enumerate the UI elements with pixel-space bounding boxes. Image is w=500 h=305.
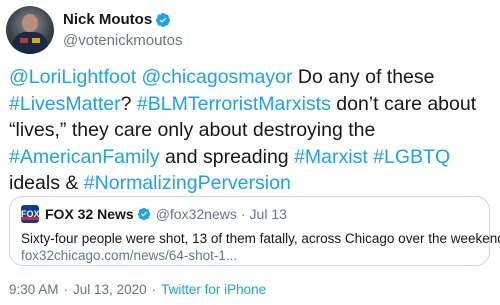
- tweet-line: “lives,” they care only about destroying…: [9, 117, 495, 144]
- avatar-medal: [32, 38, 40, 43]
- tweet-line: ideals & #NormalizingPerversion: [9, 170, 495, 197]
- tweet-text-segment: “lives,” they care only about destroying…: [9, 119, 376, 141]
- separator-dot: ·: [63, 282, 69, 297]
- quoted-tweet[interactable]: FOX FOX 32 News @fox32news · Jul 13 Sixt…: [9, 196, 500, 266]
- hashtag-link[interactable]: #LivesMatter: [9, 93, 121, 115]
- quoted-date: Jul 13: [249, 206, 287, 222]
- tweet-footer: 9:30 AM · Jul 13, 2020 · Twitter for iPh…: [9, 282, 266, 297]
- logo-text: FOX: [21, 209, 40, 219]
- mention-link[interactable]: @chicagosmayor: [142, 66, 293, 88]
- display-name-row: Nick Moutos: [63, 10, 182, 30]
- quoted-text: Sixty-four people were shot, 13 of them …: [21, 231, 500, 246]
- hashtag-link[interactable]: #AmericanFamily: [9, 146, 160, 168]
- quoted-header: FOX FOX 32 News @fox32news · Jul 13: [21, 205, 478, 223]
- avatar-medal: [20, 38, 28, 43]
- avatar[interactable]: [6, 6, 54, 54]
- tweet-text-segment: ?: [120, 92, 137, 115]
- hashtag-link[interactable]: #BLMTerroristMarxists: [137, 93, 331, 115]
- tweet-text-segment: Do any of these: [292, 66, 435, 88]
- tweet-text-segment: ideals &: [9, 172, 84, 194]
- tweet-source-link[interactable]: Twitter for iPhone: [161, 282, 266, 297]
- quoted-display-name: FOX 32 News: [45, 206, 134, 222]
- display-name[interactable]: Nick Moutos: [63, 10, 152, 30]
- tweet-line: #LivesMatter? #BLMTerroristMarxists don’…: [9, 91, 495, 118]
- verified-badge-icon: [156, 12, 171, 27]
- quoted-url[interactable]: fox32chicago.com/news/64-shot-1...: [21, 247, 478, 264]
- hashtag-link[interactable]: #NormalizingPerversion: [84, 172, 291, 194]
- fox32-logo-icon: FOX: [21, 205, 40, 223]
- author-names: Nick Moutos @votenickmoutos: [63, 10, 182, 51]
- tweet-text-segment: don’t care about: [330, 92, 477, 115]
- tweet-line: @LoriLightfoot @chicagosmayor Do any of …: [9, 64, 495, 91]
- avatar-coat: [12, 32, 48, 54]
- separator-dot: ·: [240, 206, 246, 222]
- quoted-handle: @fox32news: [155, 206, 237, 222]
- tweet-date[interactable]: Jul 13, 2020: [73, 282, 147, 297]
- verified-badge-icon: [137, 207, 150, 221]
- tweet-text-segment: and spreading: [159, 145, 295, 168]
- hashtag-link[interactable]: #Marxist: [294, 146, 368, 168]
- tweet-card: Nick Moutos @votenickmoutos @LoriLightfo…: [0, 0, 500, 305]
- author-handle[interactable]: @votenickmoutos: [63, 31, 182, 51]
- avatar-face: [22, 14, 38, 32]
- mention-link[interactable]: @LoriLightfoot: [9, 66, 136, 88]
- tweet-time[interactable]: 9:30 AM: [9, 282, 59, 297]
- hashtag-link[interactable]: #LGBTQ: [373, 146, 450, 168]
- separator-dot: ·: [151, 282, 157, 297]
- tweet-text: @LoriLightfoot @chicagosmayor Do any of …: [9, 64, 495, 197]
- tweet-line: #AmericanFamily and spreading #Marxist #…: [9, 144, 495, 171]
- tweet-header: Nick Moutos @votenickmoutos: [6, 6, 182, 54]
